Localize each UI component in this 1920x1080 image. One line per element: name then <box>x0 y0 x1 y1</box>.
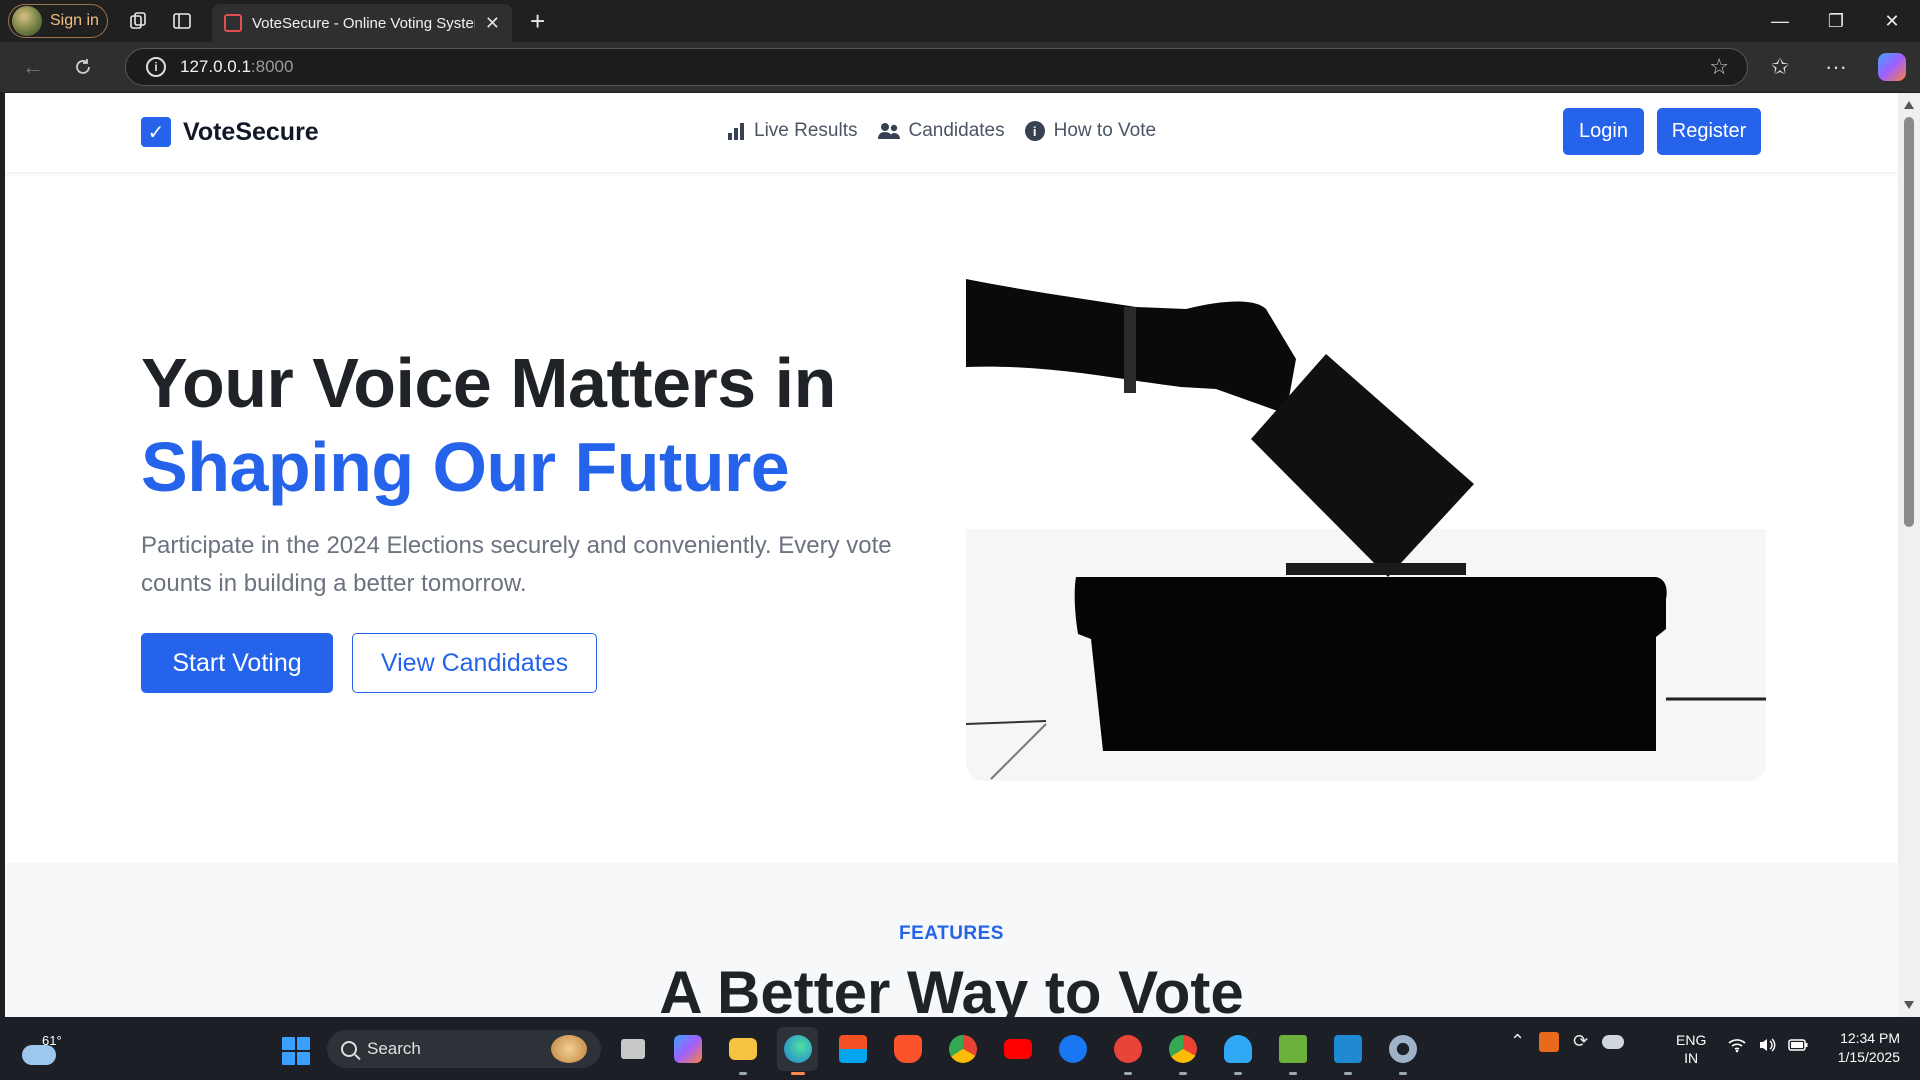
back-icon[interactable]: ← <box>8 47 58 87</box>
ballot-box-hero-image <box>966 239 1766 781</box>
browser-tab-active[interactable]: VoteSecure - Online Voting System ✕ <box>212 4 512 42</box>
url-host: 127.0.0.1 <box>180 57 251 76</box>
clock-time: 12:34 PM <box>1840 1030 1900 1046</box>
profile-button[interactable]: Sign in <box>8 4 108 38</box>
nav-how-to-vote-label: How to Vote <box>1053 120 1157 141</box>
login-button[interactable]: Login <box>1563 108 1644 155</box>
profile-avatar <box>12 6 42 36</box>
quick-settings[interactable] <box>1728 1037 1808 1058</box>
search-icon <box>341 1041 357 1057</box>
nav-candidates-label: Candidates <box>908 120 1005 141</box>
features-section: FEATURES A Better Way to Vote <box>5 863 1898 1017</box>
scroll-thumb[interactable] <box>1904 117 1914 527</box>
checkbox-logo-icon: ✓ <box>141 117 171 147</box>
edge-browser-icon[interactable] <box>777 1027 818 1075</box>
url-field[interactable]: i 127.0.0.1:8000 ☆ <box>125 48 1748 86</box>
minimize-icon[interactable]: — <box>1752 0 1808 42</box>
info-circle-icon: i <box>1024 121 1045 141</box>
browser-tab-strip: Sign in VoteSecure - Online Voting Syste… <box>0 0 1920 42</box>
clock-date: 1/15/2025 <box>1837 1049 1900 1065</box>
weather-temp: 61° <box>42 1033 62 1048</box>
features-label: FEATURES <box>899 923 1004 944</box>
users-icon <box>877 122 900 140</box>
page-viewport: ✓ VoteSecure Live Results Candidates i H… <box>5 93 1898 1017</box>
system-tray: ⌃ ⟳ <box>1510 1031 1625 1052</box>
tab-actions-icon[interactable] <box>160 0 204 42</box>
wps-office-icon[interactable] <box>1107 1027 1148 1075</box>
view-candidates-button[interactable]: View Candidates <box>352 633 597 693</box>
cloud-icon <box>22 1045 56 1065</box>
tab-close-icon[interactable]: ✕ <box>485 13 500 34</box>
file-explorer-icon[interactable] <box>722 1027 763 1075</box>
lang-region: IN <box>1684 1050 1699 1066</box>
close-window-icon[interactable]: ✕ <box>1864 0 1920 42</box>
site-info-icon[interactable]: i <box>146 57 166 77</box>
more-menu-icon[interactable]: ··· <box>1808 54 1864 80</box>
task-view-icon[interactable] <box>612 1027 653 1071</box>
nav-live-results-label: Live Results <box>754 120 858 141</box>
hero-title: Your Voice Matters in Shaping Our Future <box>141 341 836 509</box>
microsoft-store-icon[interactable] <box>832 1027 873 1071</box>
workspaces-icon[interactable] <box>116 0 160 42</box>
page-scrollbar[interactable] <box>1898 93 1920 1017</box>
facebook-icon[interactable] <box>1052 1027 1093 1071</box>
tray-app-icon[interactable] <box>1539 1031 1560 1052</box>
generic-app-icon[interactable] <box>1217 1027 1258 1075</box>
browser-toolbar-right: ✩ ··· <box>1752 42 1920 92</box>
start-voting-button[interactable]: Start Voting <box>141 633 333 693</box>
nav-how-to-vote[interactable]: i How to Vote <box>1024 120 1157 142</box>
chrome-profile-icon[interactable] <box>1162 1027 1203 1075</box>
vscode-icon[interactable] <box>1327 1027 1368 1075</box>
favorite-star-icon[interactable]: ☆ <box>1709 54 1729 80</box>
features-title: A Better Way to Vote <box>659 959 1244 1017</box>
search-label: Search <box>367 1039 421 1058</box>
windows-taskbar: 61° Search ⌃ ⟳ ENG IN 12:34 PM 1/15/2025 <box>0 1017 1920 1080</box>
tab-title: VoteSecure - Online Voting System <box>252 14 475 32</box>
main-nav: Live Results Candidates i How to Vote <box>727 120 1156 142</box>
window-controls: — ❐ ✕ <box>1752 0 1920 42</box>
site-favicon-icon <box>224 14 242 32</box>
brand-name: VoteSecure <box>183 117 319 146</box>
refresh-icon[interactable] <box>58 47 108 87</box>
search-highlight-icon <box>551 1035 587 1063</box>
photo-editor-icon[interactable] <box>1272 1027 1313 1075</box>
nav-live-results[interactable]: Live Results <box>727 120 858 142</box>
language-indicator[interactable]: ENG IN <box>1676 1031 1706 1067</box>
brand-logo[interactable]: ✓ VoteSecure <box>141 117 319 147</box>
taskbar-clock[interactable]: 12:34 PM 1/15/2025 <box>1820 1029 1900 1067</box>
taskbar-apps <box>612 1027 1423 1075</box>
brave-browser-icon[interactable] <box>887 1027 928 1071</box>
onedrive-icon[interactable] <box>1602 1034 1625 1049</box>
restore-icon[interactable]: ❐ <box>1808 0 1864 42</box>
lang-code: ENG <box>1676 1032 1707 1048</box>
scroll-down-arrow-icon[interactable] <box>1904 1001 1914 1009</box>
sync-icon[interactable]: ⟳ <box>1573 1031 1588 1052</box>
url-port: :8000 <box>250 57 294 76</box>
hero-title-line1: Your Voice Matters in <box>141 344 836 422</box>
favorites-icon[interactable]: ✩ <box>1752 54 1808 80</box>
wifi-icon <box>1728 1037 1746 1058</box>
register-button[interactable]: Register <box>1657 108 1761 155</box>
copilot-app-icon[interactable] <box>667 1027 708 1071</box>
settings-gear-icon[interactable] <box>1382 1027 1423 1075</box>
address-bar-row: ← i 127.0.0.1:8000 ☆ ✩ ··· <box>0 42 1920 92</box>
bar-chart-icon <box>727 122 745 140</box>
new-tab-button[interactable]: + <box>530 6 545 37</box>
copilot-icon[interactable] <box>1878 53 1906 81</box>
youtube-icon[interactable] <box>997 1027 1038 1071</box>
nav-candidates[interactable]: Candidates <box>877 120 1005 142</box>
scroll-up-arrow-icon[interactable] <box>1904 101 1914 109</box>
battery-icon <box>1788 1037 1808 1058</box>
volume-icon <box>1758 1037 1776 1058</box>
chevron-up-icon[interactable]: ⌃ <box>1510 1031 1525 1052</box>
chrome-icon[interactable] <box>942 1027 983 1071</box>
site-navbar: ✓ VoteSecure Live Results Candidates i H… <box>5 93 1898 173</box>
profile-label: Sign in <box>50 12 99 29</box>
hero-title-line2: Shaping Our Future <box>141 428 790 506</box>
windows-start-icon[interactable] <box>282 1037 310 1065</box>
hero-subtitle: Participate in the 2024 Elections secure… <box>141 532 892 597</box>
taskbar-search[interactable]: Search <box>327 1030 601 1068</box>
